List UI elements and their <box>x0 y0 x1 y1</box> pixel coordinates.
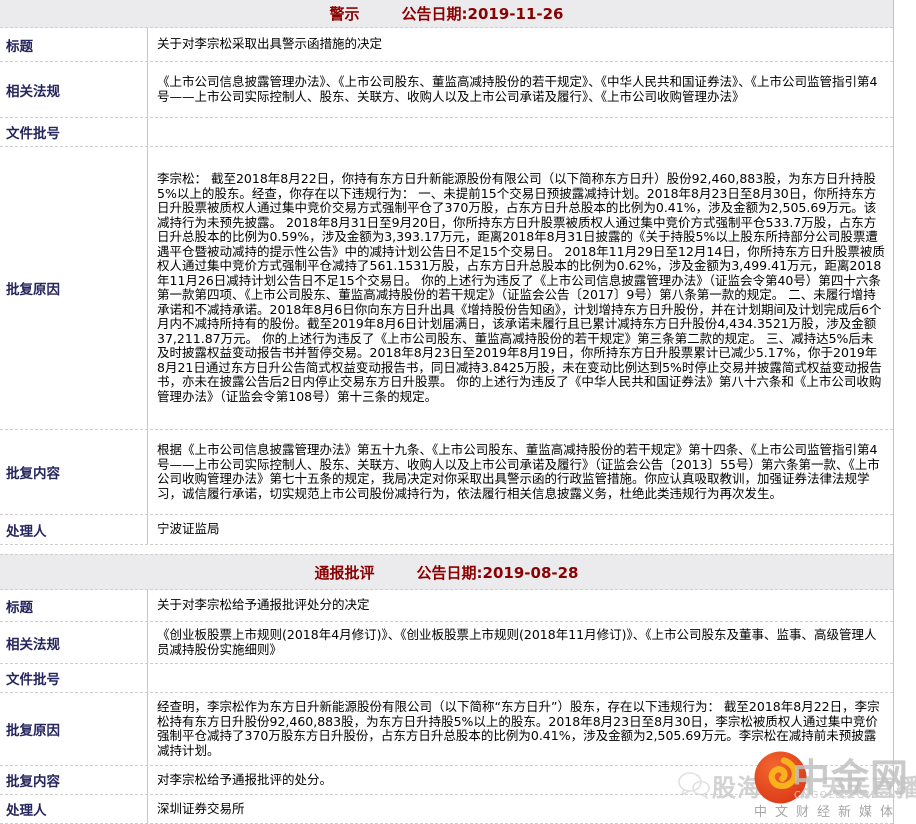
table-row: 批复原因 李宗松： 截至2018年8月22日，你持有东方日升新能源股份有限公司（… <box>0 147 893 430</box>
penalty-table: 警示 公告日期:2019-11-26 标题 关于对李宗松采取出具警示函措施的决定… <box>0 0 894 824</box>
notice-title: 关于对李宗松给予通报批评处分的决定 <box>148 590 893 621</box>
notice-section-warning: 警示 公告日期:2019-11-26 标题 关于对李宗松采取出具警示函措施的决定… <box>0 0 893 545</box>
row-label-doc-number: 文件批号 <box>0 664 148 692</box>
row-label-regulations: 相关法规 <box>0 62 148 117</box>
table-row: 文件批号 <box>0 664 893 693</box>
notice-section-criticism: 通报批评 公告日期:2019-08-28 标题 关于对李宗松给予通报批评处分的决… <box>0 554 893 824</box>
row-label-doc-number: 文件批号 <box>0 118 148 146</box>
section-header: 警示 公告日期:2019-11-26 <box>0 0 893 28</box>
notice-title-text: 关于对李宗松给予通报批评处分的决定 <box>157 598 885 613</box>
row-label-title: 标题 <box>0 590 148 621</box>
section-gap <box>0 545 893 554</box>
notice-doc-number <box>148 118 893 146</box>
notice-reason-text: 经查明，李宗松作为东方日升新能源股份有限公司（以下简称“东方日升”）股东，存在以… <box>157 700 885 758</box>
notice-handler-text: 宁波证监局 <box>157 522 885 537</box>
table-row: 标题 关于对李宗松给予通报批评处分的决定 <box>0 590 893 622</box>
notice-date: 公告日期:2019-08-28 <box>417 562 579 583</box>
table-row: 相关法规 《创业板股票上市规则(2018年4月修订)》、《创业板股票上市规则(2… <box>0 622 893 664</box>
table-row: 批复内容 根据《上市公司信息披露管理办法》第五十九条、《上市公司股东、董监高减持… <box>0 430 893 515</box>
row-label-handler: 处理人 <box>0 795 148 823</box>
row-label-handler: 处理人 <box>0 515 148 544</box>
notice-reason: 李宗松： 截至2018年8月22日，你持有东方日升新能源股份有限公司（以下简称东… <box>148 147 893 429</box>
notice-reason: 经查明，李宗松作为东方日升新能源股份有限公司（以下简称“东方日升”）股东，存在以… <box>148 693 893 765</box>
row-label-reason: 批复原因 <box>0 147 148 429</box>
notice-regulations-text: 《上市公司信息披露管理办法》、《上市公司股东、董监高减持股份的若干规定》、《中华… <box>157 75 885 104</box>
row-label-content: 批复内容 <box>0 766 148 794</box>
notice-regulations: 《上市公司信息披露管理办法》、《上市公司股东、董监高减持股份的若干规定》、《中华… <box>148 62 893 117</box>
notice-type: 通报批评 <box>315 562 375 583</box>
row-label-regulations: 相关法规 <box>0 622 148 663</box>
notice-handler-text: 深圳证券交易所 <box>157 802 885 817</box>
table-row: 处理人 深圳证券交易所 <box>0 795 893 824</box>
table-row: 文件批号 <box>0 118 893 147</box>
row-label-reason: 批复原因 <box>0 693 148 765</box>
notice-regulations: 《创业板股票上市规则(2018年4月修订)》、《创业板股票上市规则(2018年1… <box>148 622 893 663</box>
notice-title: 关于对李宗松采取出具警示函措施的决定 <box>148 28 893 61</box>
table-row: 批复内容 对李宗松给予通报批评的处分。 <box>0 766 893 795</box>
table-row: 相关法规 《上市公司信息披露管理办法》、《上市公司股东、董监高减持股份的若干规定… <box>0 62 893 118</box>
notice-title-text: 关于对李宗松采取出具警示函措施的决定 <box>157 37 885 52</box>
table-row: 标题 关于对李宗松采取出具警示函措施的决定 <box>0 28 893 62</box>
notice-reason-text: 李宗松： 截至2018年8月22日，你持有东方日升新能源股份有限公司（以下简称东… <box>157 172 885 404</box>
section-header: 通报批评 公告日期:2019-08-28 <box>0 554 893 590</box>
notice-content: 根据《上市公司信息披露管理办法》第五十九条、《上市公司股东、董监高减持股份的若干… <box>148 430 893 514</box>
notice-regulations-text: 《创业板股票上市规则(2018年4月修订)》、《创业板股票上市规则(2018年1… <box>157 628 885 657</box>
penalty-records-page: 警示 公告日期:2019-11-26 标题 关于对李宗松采取出具警示函措施的决定… <box>0 0 916 824</box>
notice-handler: 深圳证券交易所 <box>148 795 893 823</box>
notice-content-text: 根据《上市公司信息披露管理办法》第五十九条、《上市公司股东、董监高减持股份的若干… <box>157 443 885 501</box>
row-label-title: 标题 <box>0 28 148 61</box>
notice-content-text: 对李宗松给予通报批评的处分。 <box>157 773 885 788</box>
notice-type: 警示 <box>330 3 360 24</box>
notice-content: 对李宗松给予通报批评的处分。 <box>148 766 893 794</box>
notice-date: 公告日期:2019-11-26 <box>402 3 564 24</box>
notice-handler: 宁波证监局 <box>148 515 893 544</box>
row-label-content: 批复内容 <box>0 430 148 514</box>
table-row: 批复原因 经查明，李宗松作为东方日升新能源股份有限公司（以下简称“东方日升”）股… <box>0 693 893 766</box>
notice-doc-number <box>148 664 893 692</box>
table-row: 处理人 宁波证监局 <box>0 515 893 545</box>
